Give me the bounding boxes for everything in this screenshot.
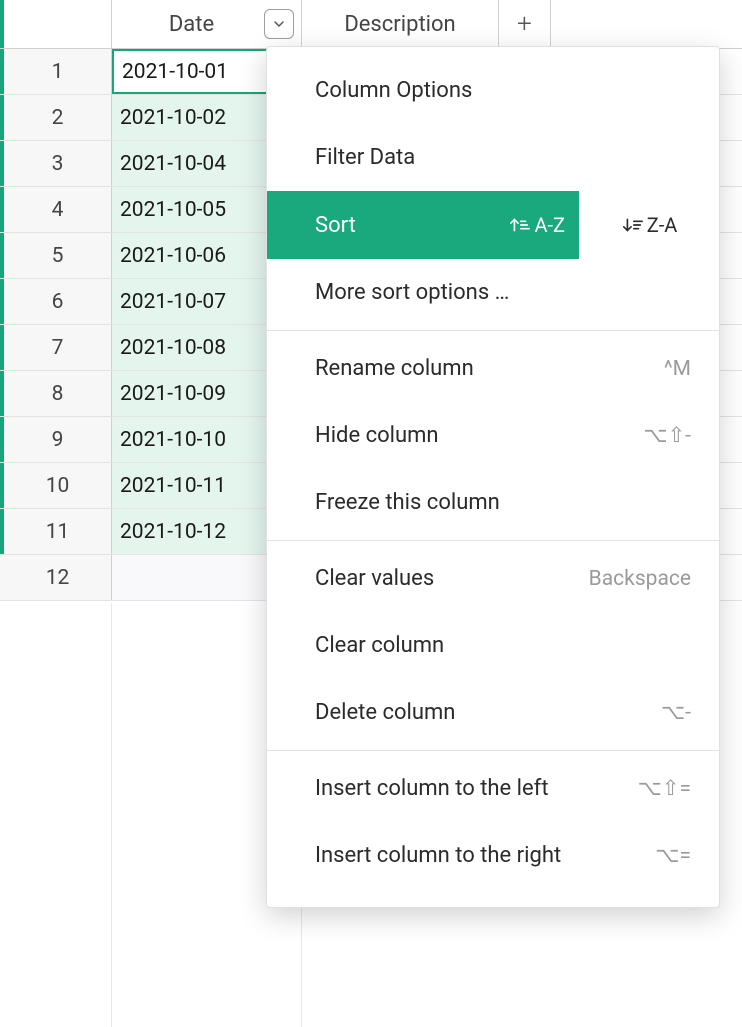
menu-insert-column-left[interactable]: Insert column to the left ⌥⇧=	[267, 755, 719, 822]
row-number[interactable]: 11	[0, 509, 112, 554]
plus-icon: +	[517, 9, 532, 39]
menu-separator	[267, 330, 719, 331]
column-header-row: Date Description +	[0, 0, 742, 49]
menu-item-label: Freeze this column	[315, 490, 500, 515]
menu-item-label: Insert column to the left	[315, 776, 549, 801]
column-header-date[interactable]: Date	[112, 0, 302, 48]
column-header-label: Description	[344, 12, 455, 37]
column-header-label: Date	[169, 12, 214, 37]
column-header-description[interactable]: Description	[302, 0, 499, 48]
row-number[interactable]: 5	[0, 233, 112, 278]
menu-item-shortcut: ⌥⇧-	[643, 423, 691, 448]
row-number[interactable]: 9	[0, 417, 112, 462]
menu-item-label: Column Options	[315, 78, 472, 103]
menu-insert-column-right[interactable]: Insert column to the right ⌥=	[267, 822, 719, 889]
menu-sort-row: Sort A-Z Z-A	[267, 191, 719, 259]
menu-hide-column[interactable]: Hide column ⌥⇧-	[267, 402, 719, 469]
menu-separator	[267, 750, 719, 751]
menu-column-options[interactable]: Column Options	[267, 57, 719, 124]
menu-freeze-column[interactable]: Freeze this column	[267, 469, 719, 536]
menu-item-label: Rename column	[315, 356, 474, 381]
row-number[interactable]: 1	[0, 49, 112, 94]
menu-filter-data[interactable]: Filter Data	[267, 124, 719, 191]
menu-separator	[267, 540, 719, 541]
menu-item-label: Hide column	[315, 423, 439, 448]
menu-item-label: Clear values	[315, 566, 434, 591]
sort-za-label: Z-A	[647, 213, 678, 237]
sort-asc-indicator: A-Z	[508, 213, 565, 237]
menu-item-shortcut: ⌥=	[655, 843, 691, 868]
menu-item-shortcut: ^M	[664, 357, 691, 381]
sort-desc-icon	[621, 214, 643, 236]
menu-item-shortcut: Backspace	[589, 567, 691, 591]
row-number[interactable]: 12	[0, 555, 112, 600]
menu-item-label: Insert column to the right	[315, 843, 561, 868]
menu-item-shortcut: ⌥-	[661, 700, 691, 725]
row-number[interactable]: 10	[0, 463, 112, 508]
menu-item-label: Clear column	[315, 633, 444, 658]
add-column-button[interactable]: +	[499, 0, 551, 48]
menu-clear-values[interactable]: Clear values Backspace	[267, 545, 719, 612]
menu-clear-column[interactable]: Clear column	[267, 612, 719, 679]
menu-delete-column[interactable]: Delete column ⌥-	[267, 679, 719, 746]
row-number[interactable]: 2	[0, 95, 112, 140]
menu-item-shortcut: ⌥⇧=	[638, 776, 691, 801]
menu-sort-desc[interactable]: Z-A	[579, 191, 719, 259]
chevron-down-icon	[271, 16, 287, 32]
menu-item-label: More sort options …	[315, 280, 509, 305]
sort-az-label: A-Z	[534, 213, 565, 237]
menu-sort-asc[interactable]: Sort A-Z	[267, 191, 579, 259]
row-number[interactable]: 8	[0, 371, 112, 416]
column-context-menu: Column Options Filter Data Sort A-Z Z-A …	[266, 46, 720, 908]
sort-asc-icon	[508, 214, 530, 236]
menu-item-label: Sort	[315, 213, 356, 238]
menu-item-label: Delete column	[315, 700, 455, 725]
row-number[interactable]: 7	[0, 325, 112, 370]
menu-rename-column[interactable]: Rename column ^M	[267, 335, 719, 402]
row-number[interactable]: 6	[0, 279, 112, 324]
row-number-header[interactable]	[0, 0, 112, 48]
row-number[interactable]: 4	[0, 187, 112, 232]
column-menu-button[interactable]	[264, 9, 294, 39]
menu-more-sort-options[interactable]: More sort options …	[267, 259, 719, 326]
menu-item-label: Filter Data	[315, 145, 415, 170]
row-number[interactable]: 3	[0, 141, 112, 186]
